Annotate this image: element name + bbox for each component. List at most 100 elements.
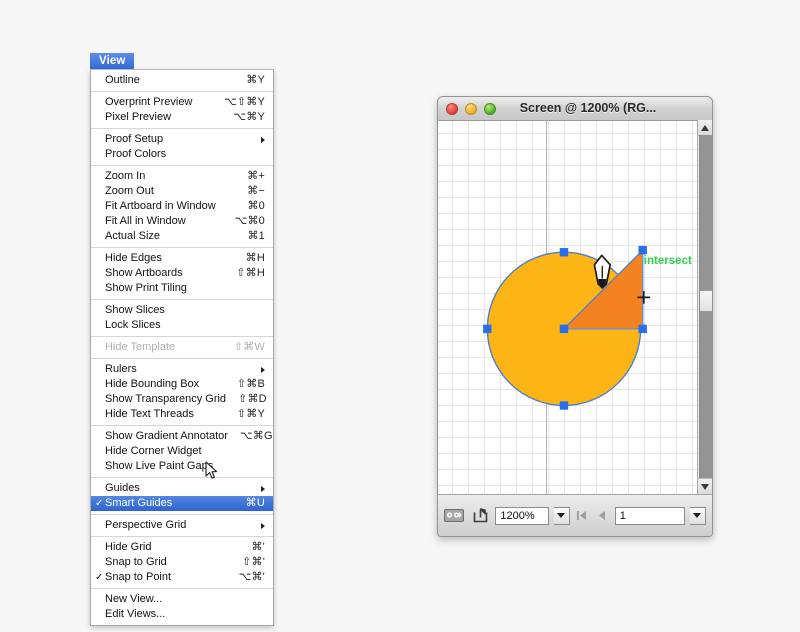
menu-item-label: Hide Grid [105,541,152,553]
menu-item-snap-to-point[interactable]: ✓ Snap to Point ⌥⌘' [91,570,273,585]
menu-item-show-artboards[interactable]: Show Artboards ⇧⌘H [91,266,273,281]
document-status-bar: 1200% 1 [438,494,712,536]
menu-separator [91,165,273,166]
menu-item-lock-slices[interactable]: Lock Slices [91,318,273,333]
menu-item-shortcut: ⌘U [245,497,265,509]
scrollbar-thumb[interactable] [700,290,712,312]
anchor-point-corner[interactable] [638,245,647,255]
menu-item-shortcut: ⇧⌘' [242,556,265,568]
checkmark-icon: ✓ [95,498,104,509]
menu-item-guides[interactable]: Guides [91,481,273,496]
artboard-number-dropdown-icon[interactable] [689,506,706,525]
menu-item-shortcut: ⌘H [245,252,265,264]
menu-item-label: Hide Edges [105,252,162,264]
document-window: Screen @ 1200% (RG... intersect 1200% 1 [437,96,713,537]
menu-item-show-print-tiling[interactable]: Show Print Tiling [91,281,273,296]
menu-separator [91,91,273,92]
menu-item-label: Show Live Paint Gaps [105,460,214,472]
menu-item-smart-guides[interactable]: ✓ Smart Guides ⌘U [91,496,273,511]
menu-item-label: Show Gradient Annotator [105,430,228,442]
menu-item-proof-colors[interactable]: Proof Colors [91,147,273,162]
menu-item-shortcut: ⌥⌘' [238,571,265,583]
menu-item-edit-views[interactable]: Edit Views... [91,607,273,622]
menu-item-shortcut: ⌥⇧⌘Y [223,96,265,108]
menu-separator [91,128,273,129]
menu-separator [91,588,273,589]
submenu-arrow-icon [261,485,265,492]
artwork-layer[interactable]: intersect [438,121,712,495]
menu-item-label: Pixel Preview [105,111,172,123]
menu-item-label: Zoom In [105,170,146,182]
menu-item-fit-artboard-in-window[interactable]: Fit Artboard in Window ⌘0 [91,199,273,214]
menu-item-snap-to-grid[interactable]: Snap to Grid ⇧⌘' [91,555,273,570]
scroll-up-arrow-icon[interactable] [698,120,712,136]
anchor-point-bottom[interactable] [559,401,569,410]
menu-item-shortcut: ⇧⌘B [236,378,265,390]
menu-item-show-slices[interactable]: Show Slices [91,303,273,318]
menu-item-actual-size[interactable]: Actual Size ⌘1 [91,229,273,244]
menu-item-hide-bounding-box[interactable]: Hide Bounding Box ⇧⌘B [91,377,273,392]
menu-item-shortcut: ⇧⌘D [238,393,267,405]
first-artboard-button[interactable] [575,508,590,524]
menu-item-rulers[interactable]: Rulers [91,362,273,377]
menu-item-label: Show Transparency Grid [105,393,227,405]
anchor-point-center[interactable] [559,324,569,334]
vertical-scrollbar[interactable] [697,120,712,494]
menu-item-show-gradient-annotator[interactable]: Show Gradient Annotator ⌥⌘G [91,429,273,444]
menu-item-label: Hide Bounding Box [105,378,200,390]
menu-item-zoom-in[interactable]: Zoom In ⌘+ [91,169,273,184]
view-menu-dropdown: Outline ⌘Y Overprint Preview ⌥⇧⌘Y Pixel Prev… [90,69,274,626]
screenshot-root: View Outline ⌘Y Overprint Preview ⌥⇧⌘Y Pixel… [0,0,800,632]
menu-item-label: Rulers [105,363,137,375]
submenu-arrow-icon [261,136,265,143]
menu-item-hide-grid[interactable]: Hide Grid ⌘' [91,540,273,555]
view-menu: View Outline ⌘Y Overprint Preview ⌥⇧⌘Y Pixel… [90,51,274,626]
window-titlebar[interactable]: Screen @ 1200% (RG... [438,97,712,121]
window-title: Screen @ 1200% (RG... [519,101,657,115]
menu-item-pixel-preview[interactable]: Pixel Preview ⌥⌘Y [91,110,273,125]
artboard-number-input[interactable]: 1 [614,506,685,525]
submenu-arrow-icon [261,522,265,529]
menu-item-show-live-paint-gaps[interactable]: Show Live Paint Gaps [91,459,273,474]
zoom-level-dropdown-icon[interactable] [553,506,570,525]
menu-item-fit-all-in-window[interactable]: Fit All in Window ⌥⌘0 [91,214,273,229]
menu-separator [91,336,273,337]
artboard-options-icon[interactable] [444,508,465,524]
menu-item-label: Lock Slices [105,319,161,331]
canvas-area[interactable]: intersect [438,121,712,495]
anchor-point-left[interactable] [483,324,492,334]
menu-item-hide-edges[interactable]: Hide Edges ⌘H [91,251,273,266]
anchor-point-top[interactable] [559,248,569,257]
menu-item-new-view[interactable]: New View... [91,592,273,607]
menu-item-shortcut: ⌥⌘Y [233,111,265,123]
menu-item-label: Outline [105,74,140,86]
menu-item-outline[interactable]: Outline ⌘Y [91,73,273,88]
menu-item-shortcut: ⌘Y [246,74,265,86]
menu-item-label: Hide Corner Widget [105,445,202,457]
menu-item-shortcut: ⌘1 [247,230,265,242]
menu-item-label: Snap to Grid [105,556,167,568]
menu-item-show-transparency-grid[interactable]: Show Transparency Grid ⇧⌘D [91,392,273,407]
menu-item-proof-setup[interactable]: Proof Setup [91,132,273,147]
menu-item-label: Smart Guides [105,497,173,509]
menu-item-label: Hide Text Threads [105,408,194,420]
menu-item-hide-corner-widget[interactable]: Hide Corner Widget [91,444,273,459]
menu-item-zoom-out[interactable]: Zoom Out ⌘− [91,184,273,199]
scroll-down-arrow-icon[interactable] [698,478,712,494]
anchor-point-right[interactable] [638,324,647,334]
menu-item-shortcut: ⌘0 [247,200,265,212]
menu-item-label: Snap to Point [105,571,172,583]
zoom-level-input[interactable]: 1200% [495,506,549,525]
share-export-icon[interactable] [470,508,491,524]
submenu-arrow-icon [261,366,265,373]
menu-separator [91,247,273,248]
menu-item-label: Actual Size [105,230,161,242]
menu-item-overprint-preview[interactable]: Overprint Preview ⌥⇧⌘Y [91,95,273,110]
scrollbar-track[interactable] [699,135,712,479]
menu-item-perspective-grid[interactable]: Perspective Grid [91,518,273,533]
menu-item-shortcut: ⌘+ [247,170,265,182]
menu-item-label: Show Print Tiling [105,282,187,294]
menu-item-hide-text-threads[interactable]: Hide Text Threads ⇧⌘Y [91,407,273,422]
previous-artboard-button[interactable] [595,508,610,524]
menu-separator [91,536,273,537]
